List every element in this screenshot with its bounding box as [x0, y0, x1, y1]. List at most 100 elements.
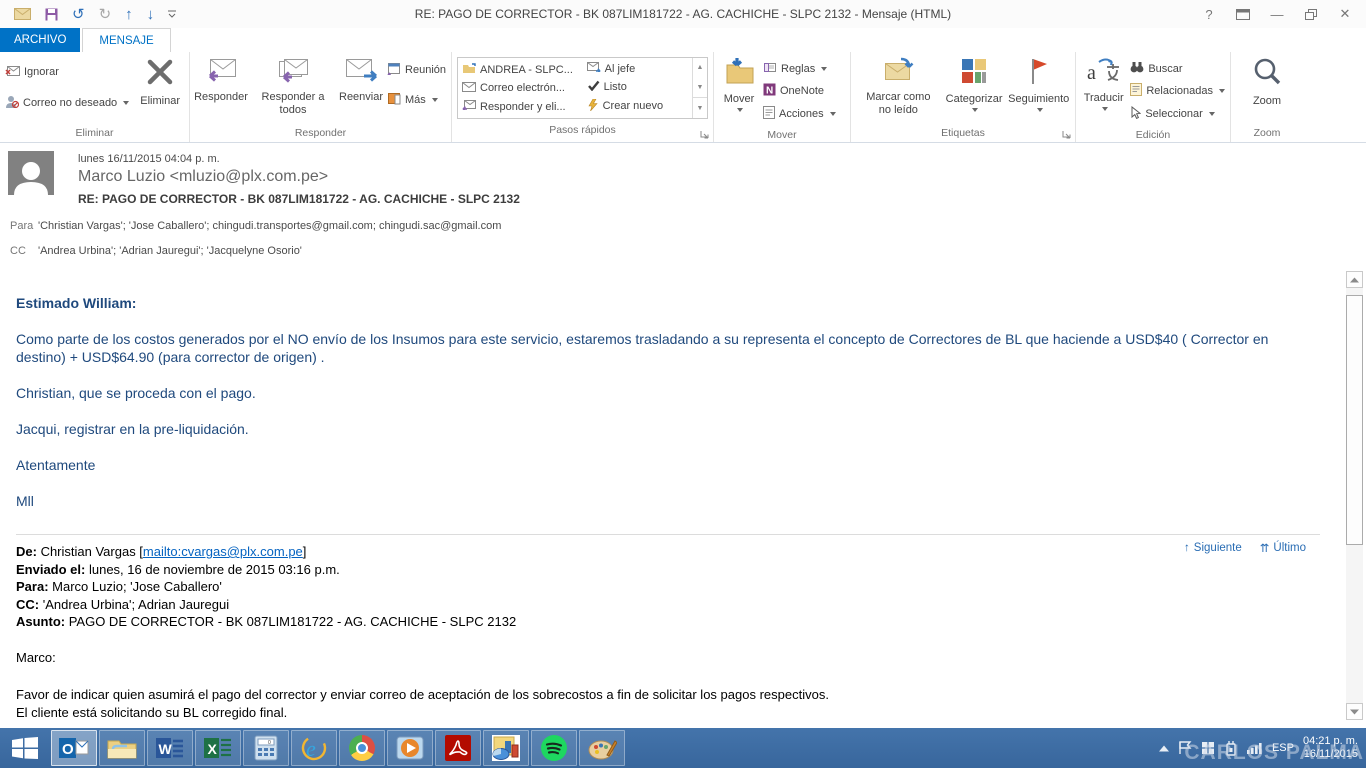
- taskbar-outlook-button[interactable]: O: [51, 730, 97, 766]
- seleccionar-button[interactable]: Seleccionar: [1130, 106, 1225, 122]
- taskbar-calculator-button[interactable]: 0: [243, 730, 289, 766]
- save-icon[interactable]: [45, 8, 58, 21]
- body-paragraph-1: Como parte de los costos generados por e…: [16, 330, 1320, 366]
- siguiente-link[interactable]: ↑Siguiente: [1184, 541, 1242, 555]
- taskbar-charts-app-button[interactable]: [483, 730, 529, 766]
- action-center-flag-icon[interactable]: [1178, 741, 1192, 755]
- sender-avatar: [8, 151, 54, 195]
- body-closing: Atentamente: [16, 456, 1320, 474]
- quoted-para-line: Para: Marco Luzio; 'Jose Caballero': [16, 578, 1320, 596]
- mailto-link[interactable]: mailto:cvargas@plx.com.pe: [143, 544, 303, 559]
- tab-mensaje[interactable]: MENSAJE: [82, 28, 170, 52]
- responder-a-todos-button[interactable]: Responder a todos: [249, 54, 337, 124]
- dropdown-caret: [830, 112, 836, 116]
- quickstep-responder-y-eliminar[interactable]: Responder y eli...: [462, 100, 579, 113]
- ribbon-group-responder: Responder Responder a todos Reenviar Reu…: [190, 52, 452, 142]
- message-header: lunes 16/11/2015 04:04 p. m. Marco Luzio…: [0, 143, 1366, 268]
- svg-text:X: X: [208, 741, 218, 757]
- etiquetas-dialog-launcher-icon[interactable]: [1061, 128, 1073, 140]
- clock[interactable]: 04:21 p. m. 16/11/2015: [1303, 735, 1358, 761]
- marcar-no-leido-button[interactable]: Marcar como no leído: [854, 54, 943, 124]
- quickstep-correo-electronico[interactable]: Correo electrón...: [462, 82, 579, 95]
- quickstep-listo[interactable]: Listo: [587, 80, 688, 94]
- more-actions-icon: [387, 92, 401, 108]
- pasos-rapidos-dialog-launcher-icon[interactable]: [699, 128, 711, 140]
- scrollbar-thumb[interactable]: [1346, 295, 1363, 545]
- taskbar-chrome-button[interactable]: [339, 730, 385, 766]
- reply-icon: [204, 57, 238, 88]
- restore-button[interactable]: [1296, 3, 1326, 25]
- categorize-icon: [959, 57, 989, 90]
- scroll-up-arrow[interactable]: [1346, 271, 1363, 288]
- onenote-button[interactable]: N OneNote: [763, 83, 836, 99]
- help-button[interactable]: ?: [1194, 3, 1224, 25]
- cc-recipients[interactable]: 'Andrea Urbina'; 'Adrian Jauregui'; 'Jac…: [38, 245, 302, 257]
- mark-unread-icon: [881, 57, 915, 88]
- svg-text:a: a: [1087, 62, 1096, 84]
- reunion-button[interactable]: Reunión: [387, 62, 446, 78]
- customize-qat-icon[interactable]: [168, 10, 176, 18]
- quicksteps-more-icon[interactable]: ▼: [693, 97, 707, 118]
- reglas-button[interactable]: Reglas: [763, 61, 836, 76]
- para-recipients[interactable]: 'Christian Vargas'; 'Jose Caballero'; ch…: [38, 220, 501, 232]
- close-button[interactable]: ✕: [1330, 3, 1360, 25]
- move-folder-icon: [723, 57, 755, 90]
- minimize-button[interactable]: —: [1262, 3, 1292, 25]
- show-hidden-icons-button[interactable]: [1159, 745, 1169, 752]
- mas-button[interactable]: Más: [387, 92, 446, 108]
- network-signal-icon[interactable]: [1247, 742, 1263, 754]
- correo-no-deseado-button[interactable]: Correo no deseado: [5, 95, 132, 111]
- window-title: RE: PAGO DE CORRECTOR - BK 087LIM181722 …: [0, 7, 1366, 21]
- vertical-scrollbar[interactable]: [1346, 271, 1363, 720]
- redo-icon[interactable]: ↻: [99, 7, 112, 22]
- taskbar-spotify-button[interactable]: [531, 730, 577, 766]
- taskbar-word-button[interactable]: W: [147, 730, 193, 766]
- responder-button[interactable]: Responder: [193, 54, 249, 124]
- windows-defender-icon[interactable]: [1201, 741, 1215, 755]
- quickstep-al-jefe[interactable]: Al jefe: [587, 62, 688, 75]
- quickstep-crear-nuevo[interactable]: Crear nuevo: [587, 99, 688, 114]
- taskbar-internet-explorer-button[interactable]: e: [291, 730, 337, 766]
- zoom-button[interactable]: Zoom: [1245, 54, 1289, 124]
- scroll-down-arrow[interactable]: [1346, 703, 1363, 720]
- message-body-pane: Estimado William: Como parte de los cost…: [0, 268, 1366, 728]
- relacionadas-button[interactable]: Relacionadas: [1130, 83, 1225, 99]
- taskbar-explorer-button[interactable]: [99, 730, 145, 766]
- done-check-icon: [587, 80, 600, 94]
- taskbar-adobe-reader-button[interactable]: [435, 730, 481, 766]
- start-button[interactable]: [0, 728, 50, 768]
- quicksteps-scroll-up-icon[interactable]: ▲: [693, 58, 707, 78]
- ultimo-link[interactable]: ⇈Último: [1260, 541, 1306, 555]
- mover-button[interactable]: Mover: [717, 54, 761, 124]
- taskbar-media-player-button[interactable]: [387, 730, 433, 766]
- tab-archivo[interactable]: ARCHIVO: [0, 28, 80, 52]
- taskbar: O W X 0 e: [0, 728, 1366, 768]
- buscar-button[interactable]: Buscar: [1130, 61, 1225, 76]
- quicksteps-scroll-down-icon[interactable]: ▼: [693, 78, 707, 98]
- send-receive-icon[interactable]: [14, 8, 31, 20]
- ignorar-button[interactable]: Ignorar: [5, 64, 132, 79]
- svg-text:O: O: [62, 741, 74, 758]
- reenviar-button[interactable]: Reenviar: [337, 54, 385, 124]
- language-indicator[interactable]: ESP: [1272, 742, 1294, 754]
- traducir-button[interactable]: a Traducir: [1079, 54, 1128, 124]
- power-plug-icon[interactable]: [1224, 741, 1238, 756]
- ribbon-display-options-button[interactable]: [1228, 3, 1258, 25]
- quickstep-andrea-slpc[interactable]: ANDREA - SLPC...: [462, 63, 579, 77]
- acciones-button[interactable]: Acciones: [763, 106, 836, 122]
- undo-icon[interactable]: ↺: [72, 7, 85, 22]
- dropdown-caret: [1037, 108, 1043, 112]
- quick-steps-scroll[interactable]: ▲ ▼ ▼: [692, 58, 707, 118]
- junk-mail-icon: [5, 95, 19, 111]
- eliminar-button[interactable]: Eliminar: [134, 54, 186, 124]
- seguimiento-button[interactable]: Seguimiento: [1005, 54, 1072, 124]
- taskbar-excel-button[interactable]: X: [195, 730, 241, 766]
- clock-time: 04:21 p. m.: [1303, 735, 1358, 748]
- move-down-icon[interactable]: ↓: [147, 7, 155, 22]
- categorizar-button[interactable]: Categorizar: [943, 54, 1006, 124]
- taskbar-paint-button[interactable]: [579, 730, 625, 766]
- message-sender[interactable]: Marco Luzio <mluzio@plx.com.pe>: [78, 168, 1356, 186]
- move-up-icon[interactable]: ↑: [125, 7, 133, 22]
- dropdown-caret: [821, 67, 827, 71]
- body-greeting: Estimado William:: [16, 294, 1320, 312]
